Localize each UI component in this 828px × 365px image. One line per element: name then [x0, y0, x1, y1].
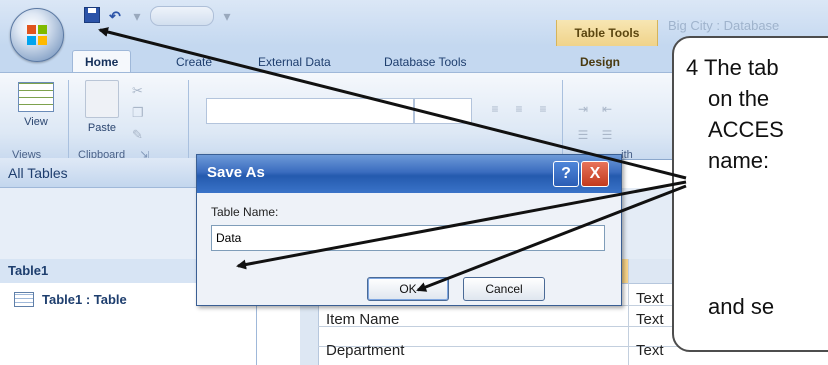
callout-arrows — [98, 27, 687, 292]
arrow-to-save-icon — [98, 27, 687, 180]
arrow-to-ok-button — [416, 184, 687, 292]
arrow-to-table-name — [236, 180, 687, 270]
